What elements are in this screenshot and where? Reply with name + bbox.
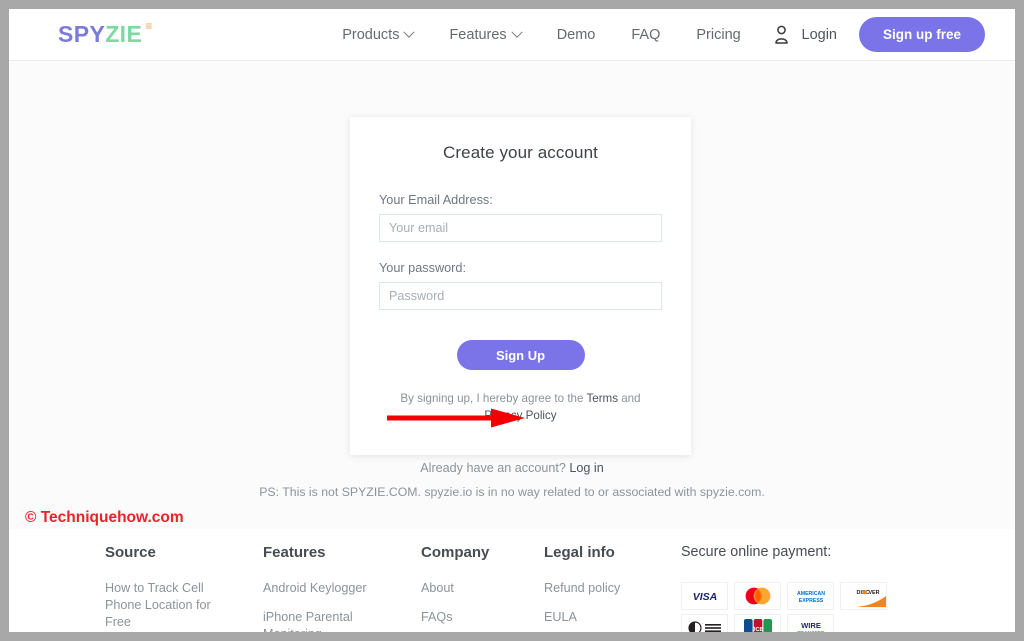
password-label: Your password: — [379, 261, 466, 275]
user-icon[interactable] — [773, 25, 790, 44]
payment-title: Secure online payment: — [681, 544, 832, 560]
footer-column-features: Features Android Keylogger iPhone Parent… — [263, 544, 421, 632]
below-card-area: Already have an account? Log in PS: This… — [9, 461, 1015, 499]
site-footer: Source How to Track Cell Phone Location … — [9, 529, 1015, 632]
svg-text:WIRE: WIRE — [801, 621, 821, 630]
email-input[interactable] — [379, 214, 662, 242]
diners-club-icon — [681, 614, 728, 632]
nav-label: Features — [449, 26, 507, 43]
nav-label: Demo — [556, 26, 596, 43]
email-field-group: Your Email Address: — [379, 193, 662, 242]
password-field-group: Your password: — [379, 261, 662, 310]
watermark: © Techniquehow.com — [25, 509, 184, 526]
discover-icon: DISC VER — [840, 582, 887, 610]
nav-item-demo[interactable]: Demo — [557, 27, 596, 43]
sign-up-button[interactable]: Sign Up — [456, 340, 585, 370]
login-link[interactable]: Login — [802, 27, 837, 43]
svg-text:AMERICAN: AMERICAN — [797, 591, 825, 597]
login-prompt-text: Already have an account? — [420, 461, 570, 475]
footer-heading: Legal info — [544, 544, 615, 561]
footer-link[interactable]: EULA — [544, 609, 664, 626]
page-title: Create your account — [443, 143, 598, 162]
svg-text:VER: VER — [868, 590, 879, 596]
chevron-down-icon — [511, 26, 523, 38]
sign-up-free-button[interactable]: Sign up free — [858, 17, 985, 52]
log-in-link[interactable]: Log in — [569, 461, 603, 475]
logo-mark-icon: ≡ — [145, 19, 152, 33]
nav-label: FAQ — [631, 26, 661, 43]
logo-text-primary: SPY — [58, 21, 106, 47]
footer-heading: Company — [421, 544, 490, 561]
spyzie-logo[interactable]: SPYZIE ≡ — [58, 20, 152, 47]
main-navigation: Products Features Demo FAQ Pricing — [342, 26, 741, 43]
footer-column-source: Source How to Track Cell Phone Location … — [105, 544, 263, 632]
password-input[interactable] — [379, 282, 662, 310]
svg-text:JCB: JCB — [752, 627, 763, 632]
footer-link[interactable]: Refund policy — [544, 580, 664, 597]
american-express-icon: AMERICAN EXPRESS — [787, 582, 834, 610]
disclaimer-text: PS: This is not SPYZIE.COM. spyzie.io is… — [259, 485, 765, 499]
svg-text:TRANSFER: TRANSFER — [797, 631, 825, 632]
visa-icon: VISA — [681, 582, 728, 610]
footer-link[interactable]: How to Track Cell Phone Location for Fre… — [105, 580, 225, 631]
nav-item-pricing[interactable]: Pricing — [696, 27, 740, 43]
footer-link[interactable]: iPhone Parental Monitoring — [263, 609, 383, 632]
nav-item-features[interactable]: Features — [449, 26, 523, 43]
footer-link[interactable]: Android Keylogger — [263, 580, 383, 597]
jcb-icon: JCB — [734, 614, 781, 632]
terms-mid: and — [618, 392, 641, 405]
privacy-policy-link[interactable]: Privacy Policy — [484, 409, 556, 422]
footer-link[interactable]: FAQs — [421, 609, 541, 626]
main-content: Create your account Your Email Address: … — [9, 61, 1015, 501]
footer-heading: Features — [263, 544, 326, 561]
svg-text:EXPRESS: EXPRESS — [798, 598, 823, 604]
nav-item-products[interactable]: Products — [342, 26, 416, 43]
mastercard-icon — [734, 582, 781, 610]
footer-column-legal-info: Legal info Refund policy EULA Privacy po… — [544, 544, 669, 632]
payment-icons-grid: VISA AMERICAN EXPRESS VER JCB WIRE — [681, 582, 887, 632]
footer-heading: Source — [105, 544, 156, 561]
nav-label: Products — [342, 26, 400, 43]
page-root: SPYZIE ≡ Products Features Demo FAQ Pric… — [9, 9, 1015, 632]
wire-transfer-icon: WIRE TRANSFER — [787, 614, 834, 632]
login-prompt: Already have an account? Log in — [9, 461, 1015, 475]
header-actions: Login Sign up free — [773, 17, 985, 52]
nav-item-faq[interactable]: FAQ — [631, 27, 660, 43]
signup-card: Create your account Your Email Address: … — [350, 117, 691, 455]
site-header: SPYZIE ≡ Products Features Demo FAQ Pric… — [9, 9, 1015, 61]
footer-link[interactable]: About — [421, 580, 541, 597]
svg-text:VISA: VISA — [692, 591, 717, 603]
email-label: Your Email Address: — [379, 193, 493, 207]
terms-prefix: By signing up, I hereby agree to the — [400, 392, 587, 405]
chevron-down-icon — [403, 26, 416, 38]
logo-text-secondary: ZIE — [105, 21, 143, 47]
submit-row: Sign Up — [379, 340, 662, 370]
nav-label: Pricing — [696, 26, 741, 43]
payment-methods-section: Secure online payment: VISA AMERICAN EXP… — [681, 544, 887, 632]
terms-notice: By signing up, I hereby agree to the Ter… — [379, 391, 662, 425]
terms-link[interactable]: Terms — [586, 392, 618, 405]
screenshot-frame: SPYZIE ≡ Products Features Demo FAQ Pric… — [0, 0, 1024, 641]
footer-column-company: Company About FAQs Contact us — [421, 544, 544, 632]
